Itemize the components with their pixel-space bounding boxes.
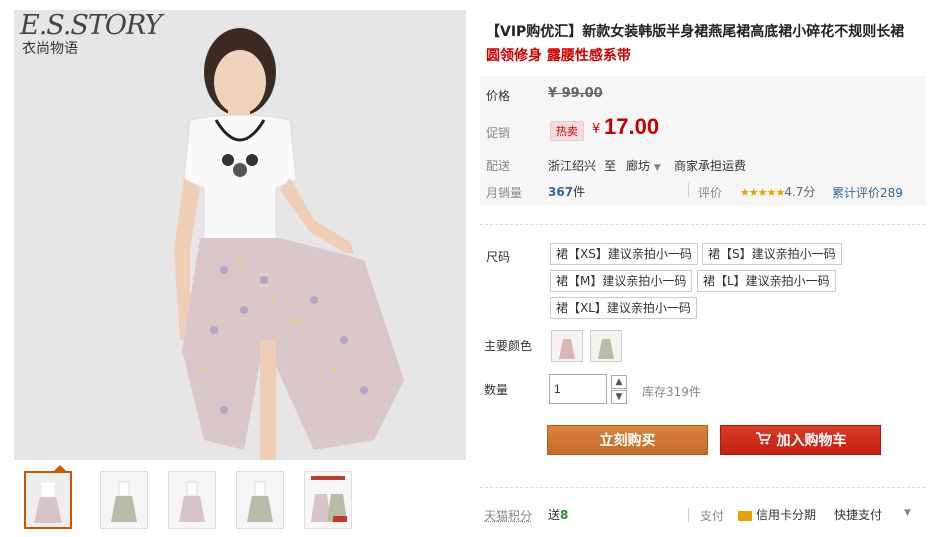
- payment-label: 支付: [700, 509, 725, 523]
- sales-unit: 件: [573, 185, 586, 199]
- promo-label: 促销: [486, 126, 511, 140]
- size-option-xs[interactable]: 裙【XS】建议亲拍小一码: [550, 243, 698, 265]
- quick-pay[interactable]: 快捷支付: [834, 506, 882, 523]
- size-option-m[interactable]: 裙【M】建议亲拍小一码: [550, 270, 693, 292]
- ship-from: 浙江绍兴: [548, 159, 597, 173]
- original-price: ¥ 99.00: [548, 86, 603, 101]
- product-title: 【VIP购优汇】新款女装韩版半身裙燕尾裙高底裙小碎花不规则长裙: [486, 24, 905, 40]
- thumbnail[interactable]: [236, 471, 284, 529]
- stock-count: 库存319件: [642, 385, 701, 399]
- divider: [688, 508, 689, 522]
- thumbnail[interactable]: [100, 471, 148, 529]
- hot-sale-badge: 热卖: [550, 121, 584, 141]
- size-option-xl[interactable]: 裙【XL】建议亲拍小一码: [550, 297, 697, 319]
- quantity-increase-button[interactable]: ▲: [611, 375, 627, 389]
- color-swatch[interactable]: [551, 330, 583, 362]
- points-value: 8: [560, 508, 569, 522]
- total-reviews-link[interactable]: 累计评价289: [832, 184, 903, 201]
- quantity-label: 数量: [484, 383, 509, 397]
- chevron-down-icon[interactable]: ▼: [904, 508, 911, 518]
- brand-logo: E.S.STORY 衣尚物语: [20, 10, 162, 58]
- quantity-decrease-button[interactable]: ▼: [611, 390, 627, 404]
- quantity-input[interactable]: [549, 374, 607, 404]
- credit-card-icon: [738, 510, 752, 521]
- price-label: 价格: [486, 89, 511, 103]
- promo-price: 17.00: [604, 114, 660, 139]
- shipping-label: 配送: [486, 159, 511, 173]
- cart-icon: [755, 426, 771, 456]
- points-prefix: 送: [548, 508, 561, 522]
- rating-stars-icon: ★★★★★: [740, 186, 785, 199]
- size-option-l[interactable]: 裙【L】建议亲拍小一码: [697, 270, 836, 292]
- credit-installment[interactable]: 信用卡分期: [738, 506, 816, 523]
- thumbnail[interactable]: [304, 471, 352, 529]
- divider: [688, 183, 689, 197]
- rating-label: 评价: [698, 186, 723, 200]
- monthly-sales-count: 367: [548, 185, 574, 199]
- model-photo: [14, 10, 466, 460]
- thumbnail[interactable]: [24, 471, 72, 529]
- size-option-s[interactable]: 裙【S】建议亲拍小一码: [702, 243, 842, 265]
- ship-destination[interactable]: 廊坊 ▼: [626, 157, 661, 174]
- points-label[interactable]: 天猫积分: [484, 507, 532, 524]
- thumbnail-strip: [14, 461, 466, 537]
- color-label: 主要颜色: [484, 339, 533, 353]
- buy-now-button[interactable]: 立刻购买: [547, 425, 708, 455]
- main-product-image[interactable]: E.S.STORY 衣尚物语: [14, 10, 466, 460]
- product-subtitle: 圆领修身 露腰性感系带: [486, 48, 631, 64]
- size-label: 尺码: [486, 250, 511, 264]
- color-swatch[interactable]: [590, 330, 622, 362]
- currency-symbol: ¥: [592, 122, 601, 137]
- footer-divider: [480, 487, 925, 488]
- thumbnail[interactable]: [168, 471, 216, 529]
- ship-to-word: 至: [604, 159, 617, 173]
- rating-score: 4.7分: [784, 185, 816, 199]
- sales-label: 月销量: [486, 186, 523, 200]
- chevron-down-icon: ▼: [653, 163, 661, 173]
- shipping-fee: 商家承担运费: [674, 159, 747, 173]
- add-to-cart-button[interactable]: 加入购物车: [720, 425, 881, 455]
